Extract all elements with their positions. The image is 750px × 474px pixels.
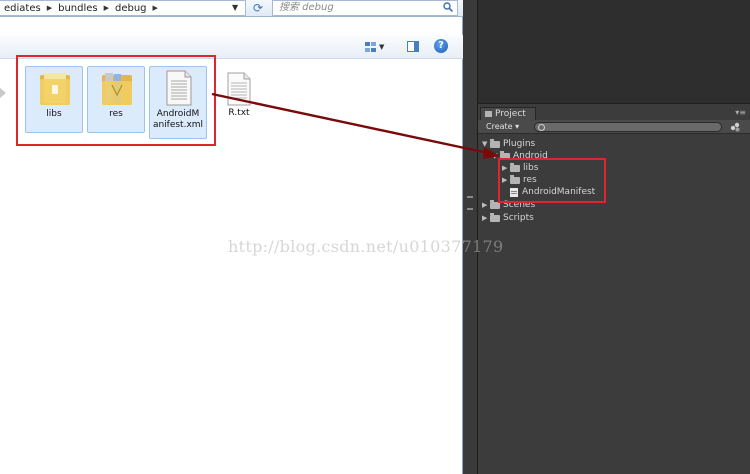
folder-icon [490, 138, 500, 148]
create-button[interactable]: Create ▾ [486, 120, 519, 134]
help-icon[interactable]: ? [434, 39, 448, 53]
unity-editor-panel: Project ▾≡ Create ▾ ▼ Plugins ▼ Android ▶ l… [478, 0, 750, 474]
highlight-box-unity [498, 158, 606, 203]
text-file-icon [227, 72, 251, 106]
highlight-box-explorer [16, 55, 216, 146]
breadcrumb[interactable]: ediates ▶ bundles ▶ debug ▶ [0, 0, 246, 16]
watermark-text: http://blog.csdn.net/u010377179 [228, 237, 504, 256]
breadcrumb-separator-icon[interactable]: ▶ [151, 4, 160, 12]
tree-item-plugins[interactable]: ▼ Plugins [482, 138, 535, 150]
breadcrumb-item-intermediates[interactable]: ediates [0, 3, 45, 14]
expanded-arrow-icon[interactable]: ▼ [482, 138, 490, 150]
file-name: R.txt [228, 108, 250, 118]
tree-item-label: Plugins [503, 139, 536, 149]
breadcrumb-item-bundles[interactable]: bundles [54, 3, 102, 14]
file-item-r-txt[interactable]: R.txt [214, 66, 264, 133]
address-dropdown-icon[interactable]: ▼ [232, 3, 238, 12]
project-toolbar: Create ▾ [478, 120, 750, 134]
search-input[interactable]: 搜索 debug [272, 0, 458, 16]
splitter-grip-icon[interactable] [467, 196, 473, 210]
refresh-icon[interactable]: ⟳ [250, 0, 266, 16]
screenshot-stage: ediates ▶ bundles ▶ debug ▶ ▼ ⟳ 搜索 debug [0, 0, 750, 474]
tab-menu-icon[interactable]: ▾≡ [735, 108, 746, 117]
search-placeholder: 搜索 debug [279, 2, 334, 13]
tab-project[interactable]: Project [480, 107, 536, 120]
collapsed-arrow-icon[interactable]: ▶ [482, 199, 490, 211]
search-icon[interactable] [443, 2, 453, 12]
preview-pane-icon[interactable] [407, 41, 419, 52]
nav-expand-icon[interactable] [0, 86, 8, 100]
tree-item-label: Scripts [503, 213, 534, 223]
project-search-input[interactable] [534, 122, 722, 132]
breadcrumb-separator-icon[interactable]: ▶ [45, 4, 54, 12]
view-grid-icon [365, 41, 376, 52]
collapsed-arrow-icon[interactable]: ▶ [482, 212, 490, 224]
project-tab-icon [485, 110, 492, 117]
change-view-button[interactable]: ▼ [365, 41, 387, 53]
breadcrumb-separator-icon[interactable]: ▶ [102, 4, 111, 12]
chevron-down-icon[interactable]: ▼ [379, 43, 384, 51]
unity-upper-area [478, 0, 750, 104]
tree-item-scripts[interactable]: ▶ Scripts [482, 212, 534, 224]
breadcrumb-item-debug[interactable]: debug [111, 3, 151, 14]
folder-icon [490, 212, 500, 222]
tab-project-label: Project [495, 109, 526, 119]
address-bar: ediates ▶ bundles ▶ debug ▶ ▼ ⟳ 搜索 debug [0, 0, 463, 17]
filter-by-type-icon[interactable] [730, 122, 740, 132]
search-icon [538, 124, 545, 131]
